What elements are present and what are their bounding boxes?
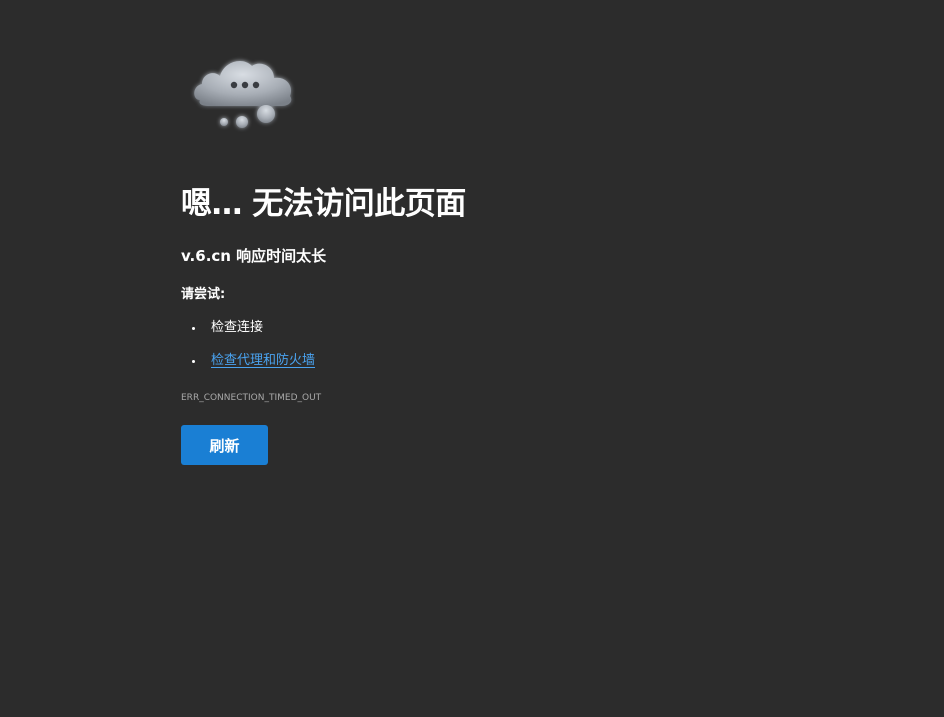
check-proxy-firewall-link[interactable]: 检查代理和防火墙 xyxy=(211,353,315,368)
error-page: 嗯… 无法访问此页面 v.6.cn 响应时间太长 请尝试: 检查连接 检查代理和… xyxy=(0,0,944,717)
suggestion-label: 检查连接 xyxy=(211,320,264,335)
bullet-icon xyxy=(192,327,195,330)
page-title: 嗯… 无法访问此页面 xyxy=(181,186,466,222)
error-subtitle: v.6.cn 响应时间太长 xyxy=(181,247,327,265)
thinking-cloud-icon xyxy=(194,61,292,128)
error-code: ERR_CONNECTION_TIMED_OUT xyxy=(181,393,322,403)
suggestion-list: 检查连接 检查代理和防火墙 xyxy=(181,318,315,384)
bullet-icon xyxy=(192,360,195,363)
refresh-button[interactable]: 刷新 xyxy=(181,425,268,465)
suggestion-check-proxy-firewall: 检查代理和防火墙 xyxy=(181,351,315,371)
suggestion-check-connection: 检查连接 xyxy=(181,318,315,338)
try-label: 请尝试: xyxy=(181,287,226,302)
